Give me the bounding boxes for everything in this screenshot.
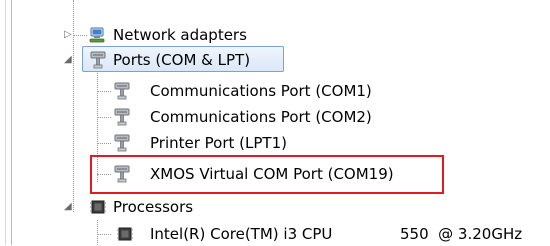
processor-chip-icon xyxy=(89,200,107,214)
tree-item-lpt1[interactable]: Printer Port (LPT1) xyxy=(110,131,430,155)
port-connector-icon xyxy=(114,134,130,152)
tree-item-cpu[interactable]: Intel(R) Core(TM) i3 CPU 550 @ 3.20GHz xyxy=(110,222,550,246)
tree-item-processors[interactable]: ◢ Processors xyxy=(60,195,320,219)
processor-chip-icon xyxy=(116,227,134,241)
tree-connector-line xyxy=(97,143,111,144)
tree-connector-line xyxy=(97,220,98,245)
network-adapter-icon xyxy=(89,27,105,43)
tree-item-label: XMOS Virtual COM Port (COM19) xyxy=(150,165,394,183)
port-connector-icon xyxy=(90,51,106,69)
tree-item-network-adapters[interactable]: ▷ Network adapters xyxy=(60,23,320,47)
expand-arrow-icon[interactable]: ▷ xyxy=(64,23,72,47)
tree-item-label: Communications Port (COM1) xyxy=(150,82,372,100)
tree-item-com2[interactable]: Communications Port (COM2) xyxy=(110,105,430,129)
tree-item-label: Communications Port (COM2) xyxy=(150,108,372,126)
port-connector-icon xyxy=(114,82,130,100)
port-connector-icon xyxy=(114,165,130,183)
tree-item-com1[interactable]: Communications Port (COM1) xyxy=(110,79,430,103)
tree-item-label: Printer Port (LPT1) xyxy=(150,134,287,152)
tree-item-label: Ports (COM & LPT) xyxy=(113,51,251,69)
port-connector-icon xyxy=(114,108,130,126)
tree-left-border xyxy=(0,0,12,245)
collapse-arrow-icon[interactable]: ◢ xyxy=(64,48,72,72)
tree-connector-line xyxy=(97,117,111,118)
tree-item-ports[interactable]: ◢ Ports (COM & LPT) xyxy=(60,48,320,72)
tree-item-label: Processors xyxy=(113,198,194,216)
tree-item-label: Intel(R) Core(TM) i3 CPU xyxy=(150,225,333,243)
tree-item-label: Network adapters xyxy=(113,26,247,44)
tree-connector-line xyxy=(97,234,111,235)
collapse-arrow-icon[interactable]: ◢ xyxy=(64,195,72,219)
cpu-speed-label: 550 @ 3.20GHz xyxy=(400,225,523,243)
tree-item-xmos-com19[interactable]: XMOS Virtual COM Port (COM19) xyxy=(110,162,430,186)
tree-connector-line xyxy=(97,91,111,92)
